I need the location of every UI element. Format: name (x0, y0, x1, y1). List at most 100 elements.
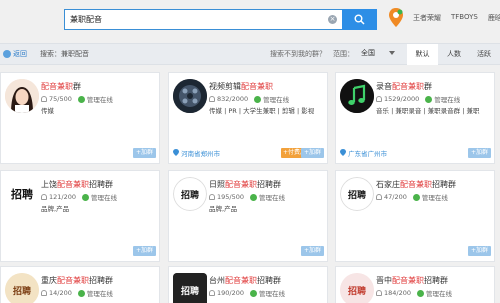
back-icon[interactable] (3, 50, 11, 58)
group-tags: 品牌,产品 (209, 205, 238, 213)
top-bar: × 王者荣耀 TFBOYS 鹿晗 (0, 0, 500, 40)
person-icon (209, 290, 215, 296)
group-meta: 121/200 管理在线 (41, 192, 117, 202)
check-icon (412, 193, 420, 201)
group-card[interactable]: 录音配音兼职群 1529/2000 管理在线 音乐 | 兼职录音 | 兼职录音群 … (335, 72, 495, 164)
join-button[interactable]: +加群 (300, 148, 324, 158)
check-icon (254, 95, 262, 103)
range-select[interactable]: 全国 (361, 48, 375, 58)
check-icon (250, 193, 258, 201)
group-location: 广东省广州市 (340, 148, 387, 158)
group-card[interactable]: 招聘 台州配音兼职招聘群 190/200 管理在线 (168, 266, 328, 303)
person-icon (209, 194, 215, 200)
group-title[interactable]: 石家庄配音兼职招聘群 (376, 179, 456, 190)
hot-link[interactable]: TFBOYS (451, 13, 478, 23)
search-box: × (64, 9, 377, 30)
join-button[interactable]: +加群 (300, 246, 324, 256)
person-icon (376, 290, 382, 296)
hot-link[interactable]: 王者荣耀 (413, 13, 441, 23)
location-pin-icon (340, 149, 346, 156)
search-button[interactable] (342, 9, 377, 30)
music-note-icon (340, 79, 374, 113)
group-location: 河南省郑州市 (173, 148, 220, 158)
group-title[interactable]: 晋中配音兼职招聘群 (376, 275, 448, 286)
group-meta: 184/200 管理在线 (376, 288, 452, 298)
person-icon (376, 194, 382, 200)
group-meta: 195/500 管理在线 (209, 192, 285, 202)
chevron-down-icon[interactable] (389, 51, 395, 55)
check-icon (77, 95, 85, 103)
avatar: 招聘 (340, 177, 374, 211)
avatar: 招聘 (340, 273, 374, 303)
check-icon (77, 289, 85, 297)
group-card[interactable]: 招聘 晋中配音兼职招聘群 184/200 管理在线 (335, 266, 495, 303)
group-title[interactable]: 视频剪辑配音兼职 (209, 81, 273, 92)
group-card[interactable]: 视频剪辑配音兼职 832/2000 管理在线 传媒 | PR | 大学生兼职 | … (168, 72, 328, 164)
recruit-logo: 招聘 (173, 177, 207, 211)
recruit-logo: 招聘 (5, 273, 39, 303)
film-reel-icon (173, 79, 207, 113)
group-title[interactable]: 录音配音兼职群 (376, 81, 432, 92)
group-card[interactable]: 招聘 石家庄配音兼职招聘群 47/200 管理在线 +加群 (335, 170, 495, 262)
location-pin-icon (173, 149, 179, 156)
avatar: 招聘 (173, 273, 207, 303)
group-title[interactable]: 台州配音兼职招聘群 (209, 275, 281, 286)
group-meta: 47/200 管理在线 (376, 192, 448, 202)
group-title[interactable]: 重庆配音兼职招聘群 (41, 275, 113, 286)
hot-link[interactable]: 鹿晗 (488, 13, 500, 23)
tab-activity[interactable]: 活跃 (470, 44, 498, 65)
group-tags: 品牌,产品 (41, 205, 70, 213)
girl-avatar-icon (5, 79, 39, 113)
join-button[interactable]: +加群 (132, 148, 156, 158)
recruit-logo: 招聘 (340, 177, 374, 211)
avatar: 招聘 (5, 177, 39, 211)
group-title[interactable]: 配音兼职群 (41, 81, 81, 92)
group-tags: 传媒 | PR | 大学生兼职 | 剪辑 | 影视 (209, 107, 315, 115)
avatar (340, 79, 374, 113)
person-icon (209, 96, 215, 102)
join-button[interactable]: +加群 (467, 246, 491, 256)
filter-bar: 返回 搜索：兼职配音 搜索不到我的群？ 范围： 全国 默认 人数 活跃 (0, 43, 500, 65)
avatar (5, 79, 39, 113)
join-button[interactable]: +加群 (467, 148, 491, 158)
group-title[interactable]: 上饶配音兼职招聘群 (41, 179, 113, 190)
recruit-logo: 招聘 (5, 177, 39, 211)
avatar: 招聘 (173, 177, 207, 211)
location-pin-icon[interactable] (387, 7, 405, 29)
person-icon (41, 290, 47, 296)
check-icon (417, 289, 425, 297)
group-meta: 14/200 管理在线 (41, 288, 113, 298)
group-card[interactable]: 招聘 上饶配音兼职招聘群 121/200 管理在线 品牌,产品 +加群 (0, 170, 160, 262)
avatar (173, 79, 207, 113)
recruit-logo: 招聘 (340, 273, 374, 303)
group-meta: 190/200 管理在线 (209, 288, 285, 298)
group-meta: 75/500 管理在线 (41, 94, 113, 104)
join-button[interactable]: +加群 (132, 246, 156, 256)
group-meta: 832/2000 管理在线 (209, 94, 289, 104)
person-icon (41, 96, 47, 102)
range-label: 范围： (333, 50, 354, 58)
group-card[interactable]: 招聘 重庆配音兼职招聘群 14/200 管理在线 (0, 266, 160, 303)
person-icon (376, 96, 382, 102)
hot-links: 王者荣耀 TFBOYS 鹿晗 (413, 13, 500, 23)
person-icon (41, 194, 47, 200)
avatar: 招聘 (5, 273, 39, 303)
group-card[interactable]: 招聘 日照配音兼职招聘群 195/500 管理在线 品牌,产品 +加群 (168, 170, 328, 262)
not-found-link[interactable]: 搜索不到我的群？ (270, 49, 326, 59)
group-meta: 1529/2000 管理在线 (376, 94, 460, 104)
clear-icon[interactable]: × (328, 15, 337, 24)
group-tags: 传媒 (41, 107, 54, 115)
check-icon (425, 95, 433, 103)
tab-default[interactable]: 默认 (407, 44, 438, 65)
search-input[interactable] (65, 10, 343, 29)
recruit-logo: 招聘 (173, 273, 207, 303)
group-card[interactable]: 配音兼职群 75/500 管理在线 传媒 +加群 (0, 72, 160, 164)
group-title[interactable]: 日照配音兼职招聘群 (209, 179, 281, 190)
check-icon (82, 193, 90, 201)
back-link[interactable]: 返回 (13, 49, 27, 59)
check-icon (250, 289, 258, 297)
search-summary: 搜索：兼职配音 (40, 50, 89, 58)
search-icon (354, 14, 365, 25)
group-tags: 音乐 | 兼职录音 | 兼职录音群 | 兼职 (376, 107, 480, 115)
tab-members[interactable]: 人数 (440, 44, 468, 65)
